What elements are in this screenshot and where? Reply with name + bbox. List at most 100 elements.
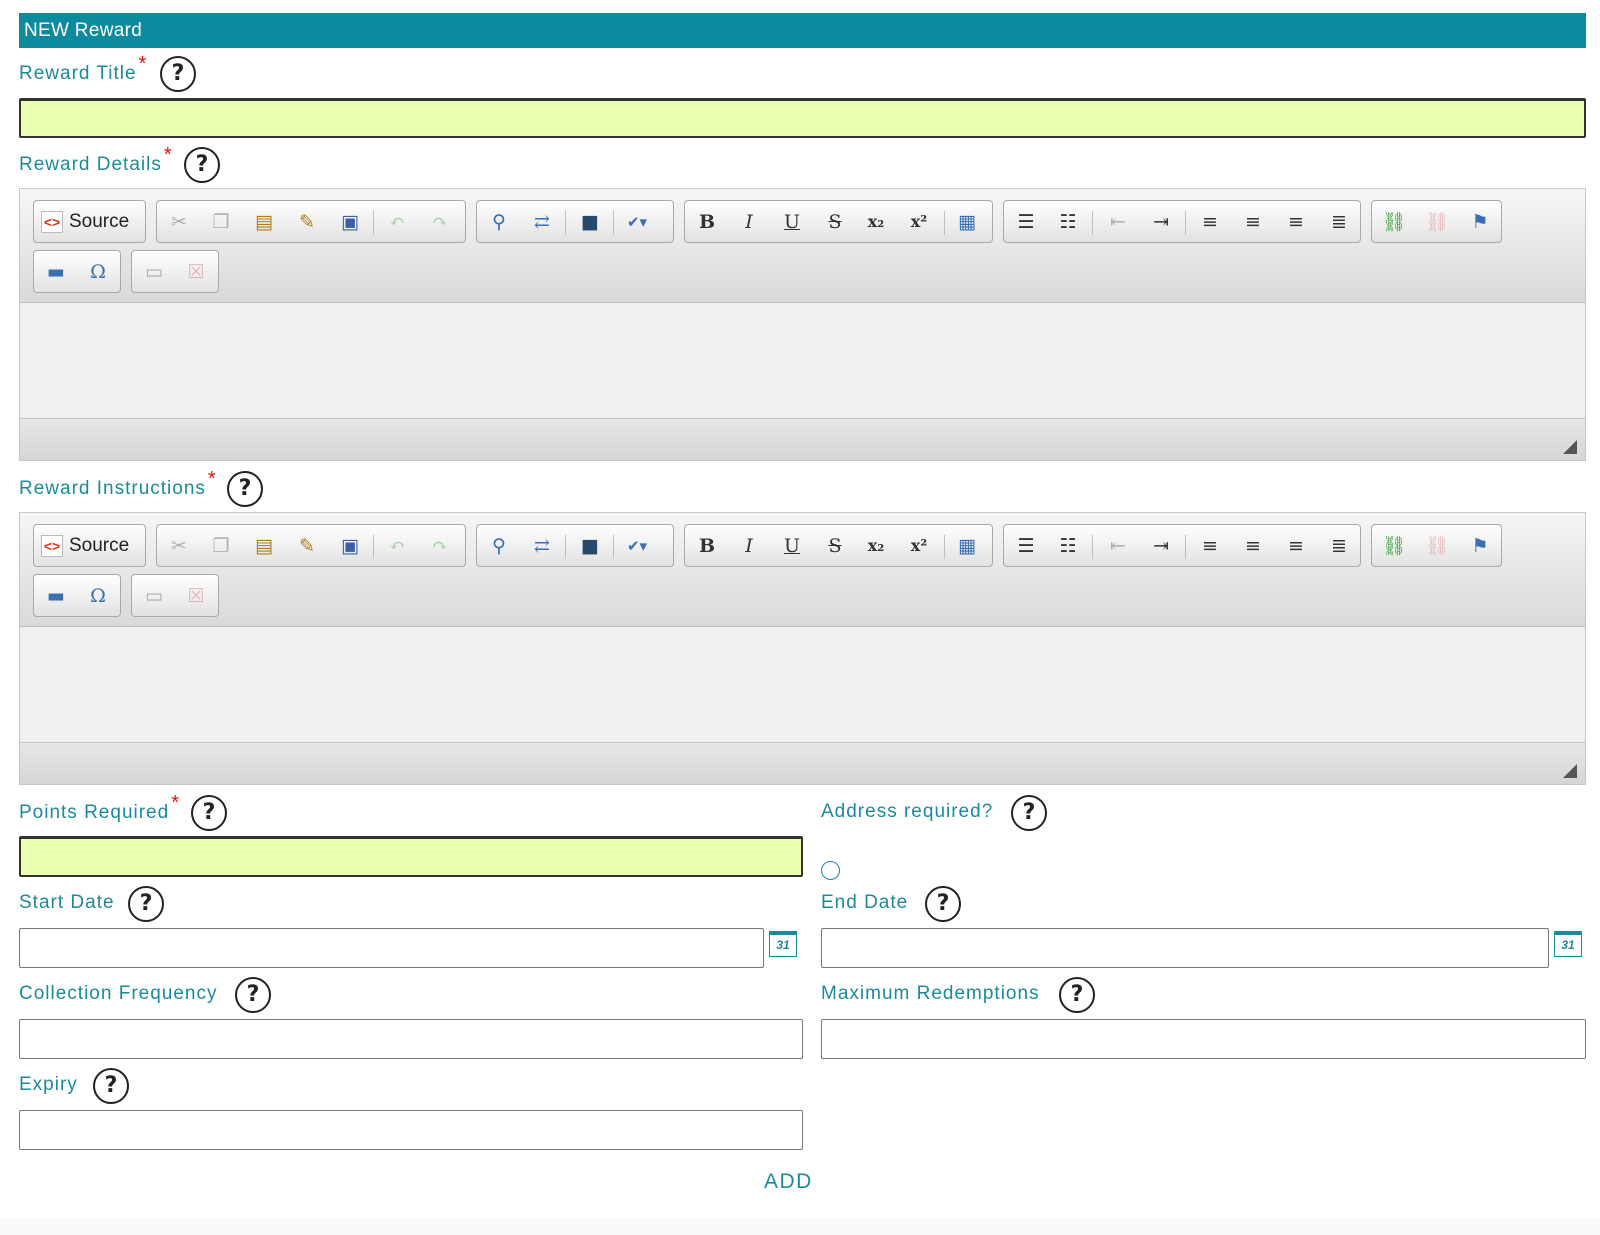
unlink-icon[interactable]: ⛓ [1423, 209, 1451, 235]
undo-icon[interactable]: ↶ [383, 209, 411, 235]
start-date-help-icon[interactable]: ? [128, 886, 164, 922]
editor-footer [20, 742, 1585, 784]
reward-details-help-icon[interactable]: ? [184, 147, 220, 183]
cut-icon[interactable]: ✂ [165, 209, 193, 235]
maximum-redemptions-label: Maximum Redemptions [821, 983, 1040, 1004]
collection-frequency-input[interactable] [19, 1019, 803, 1059]
clear-icon[interactable]: ☒ [182, 259, 210, 285]
select-all-icon[interactable]: ■ [576, 533, 604, 559]
expiry-input[interactable] [19, 1110, 803, 1150]
points-required-label: Points Required * [19, 792, 180, 823]
replace-icon[interactable]: ⇄ [528, 209, 556, 235]
copy-icon[interactable]: ❐ [207, 209, 235, 235]
clear-icon[interactable]: ☒ [182, 583, 210, 609]
link-icon[interactable]: ⛓ [1380, 533, 1408, 559]
numbered-list-icon[interactable]: ☰ [1012, 533, 1040, 559]
special-char-icon[interactable]: Ω [84, 583, 112, 609]
indent-icon[interactable]: ⇥ [1147, 533, 1175, 559]
paste-icon[interactable]: ▤ [250, 533, 278, 559]
footer-area [0, 1218, 1600, 1235]
bold-icon[interactable]: B [693, 209, 721, 235]
subscript-icon[interactable]: x₂ [862, 209, 890, 235]
paste-text-icon[interactable]: ✎ [293, 533, 321, 559]
address-required-help-icon[interactable]: ? [1011, 795, 1047, 831]
address-required-radio[interactable] [821, 861, 840, 880]
add-button[interactable]: ADD [764, 1170, 813, 1194]
reward-instructions-editor: <> Source ✂ ❐ ▤ ✎ ▣ ↶ ↷ ⚲ ⇄ ■ ✔▾ B I U S … [19, 512, 1586, 785]
start-date-input[interactable] [19, 928, 764, 968]
spellcheck-icon[interactable]: ✔▾ [623, 533, 651, 559]
align-left-icon[interactable]: ≡ [1196, 209, 1224, 235]
undo-icon[interactable]: ↶ [383, 533, 411, 559]
points-required-input[interactable] [19, 836, 803, 877]
templates-icon[interactable]: ▭ [140, 583, 168, 609]
paste-icon[interactable]: ▤ [250, 209, 278, 235]
outdent-icon[interactable]: ⇤ [1104, 209, 1132, 235]
bold-icon[interactable]: B [693, 533, 721, 559]
source-button[interactable]: <> Source [41, 532, 129, 560]
replace-icon[interactable]: ⇄ [528, 533, 556, 559]
end-date-input[interactable] [821, 928, 1549, 968]
indent-icon[interactable]: ⇥ [1147, 209, 1175, 235]
templates-icon[interactable]: ▭ [140, 259, 168, 285]
subscript-icon[interactable]: x₂ [862, 533, 890, 559]
superscript-icon[interactable]: x² [905, 533, 933, 559]
expiry-label: Expiry [19, 1074, 78, 1095]
redo-icon[interactable]: ↷ [426, 209, 454, 235]
remove-format-icon[interactable]: ▦ [953, 533, 981, 559]
link-icon[interactable]: ⛓ [1380, 209, 1408, 235]
underline-icon[interactable]: U [778, 533, 806, 559]
maximum-redemptions-input[interactable] [821, 1019, 1586, 1059]
copy-icon[interactable]: ❐ [207, 533, 235, 559]
paste-text-icon[interactable]: ✎ [293, 209, 321, 235]
expiry-help-icon[interactable]: ? [93, 1068, 129, 1104]
end-date-calendar-icon[interactable]: 31 [1554, 931, 1582, 957]
anchor-flag-icon[interactable]: ⚑ [1466, 209, 1494, 235]
resize-handle-icon[interactable] [1563, 764, 1577, 778]
align-justify-icon[interactable]: ≣ [1325, 533, 1353, 559]
find-icon[interactable]: ⚲ [485, 533, 513, 559]
remove-format-icon[interactable]: ▦ [953, 209, 981, 235]
end-date-help-icon[interactable]: ? [925, 886, 961, 922]
italic-icon[interactable]: I [735, 209, 763, 235]
italic-icon[interactable]: I [735, 533, 763, 559]
align-right-icon[interactable]: ≡ [1282, 533, 1310, 559]
maximum-redemptions-help-icon[interactable]: ? [1059, 977, 1095, 1013]
reward-title-input[interactable] [19, 98, 1586, 138]
outdent-icon[interactable]: ⇤ [1104, 533, 1132, 559]
horizontal-rule-icon[interactable]: ▬ [42, 583, 70, 609]
numbered-list-icon[interactable]: ☰ [1012, 209, 1040, 235]
source-button[interactable]: <> Source [41, 208, 129, 236]
underline-icon[interactable]: U [778, 209, 806, 235]
bulleted-list-icon[interactable]: ☷ [1054, 209, 1082, 235]
spellcheck-icon[interactable]: ✔▾ [623, 209, 651, 235]
horizontal-rule-icon[interactable]: ▬ [42, 259, 70, 285]
reward-instructions-help-icon[interactable]: ? [227, 471, 263, 507]
align-center-icon[interactable]: ≡ [1239, 209, 1267, 235]
strikethrough-icon[interactable]: S [821, 533, 849, 559]
points-required-help-icon[interactable]: ? [191, 795, 227, 831]
align-justify-icon[interactable]: ≣ [1325, 209, 1353, 235]
resize-handle-icon[interactable] [1563, 440, 1577, 454]
paste-word-icon[interactable]: ▣ [336, 209, 364, 235]
align-left-icon[interactable]: ≡ [1196, 533, 1224, 559]
reward-title-help-icon[interactable]: ? [160, 56, 196, 92]
select-all-icon[interactable]: ■ [576, 209, 604, 235]
align-center-icon[interactable]: ≡ [1239, 533, 1267, 559]
start-date-calendar-icon[interactable]: 31 [769, 931, 797, 957]
unlink-icon[interactable]: ⛓ [1423, 533, 1451, 559]
anchor-flag-icon[interactable]: ⚑ [1466, 533, 1494, 559]
editor-content-area[interactable] [20, 628, 1585, 743]
paste-word-icon[interactable]: ▣ [336, 533, 364, 559]
strikethrough-icon[interactable]: S [821, 209, 849, 235]
find-icon[interactable]: ⚲ [485, 209, 513, 235]
align-right-icon[interactable]: ≡ [1282, 209, 1310, 235]
basic-styles-group: B I U S x₂ x² ▦ [684, 524, 993, 567]
superscript-icon[interactable]: x² [905, 209, 933, 235]
bulleted-list-icon[interactable]: ☷ [1054, 533, 1082, 559]
collection-frequency-help-icon[interactable]: ? [235, 977, 271, 1013]
special-char-icon[interactable]: Ω [84, 259, 112, 285]
cut-icon[interactable]: ✂ [165, 533, 193, 559]
editor-content-area[interactable] [20, 304, 1585, 419]
redo-icon[interactable]: ↷ [426, 533, 454, 559]
